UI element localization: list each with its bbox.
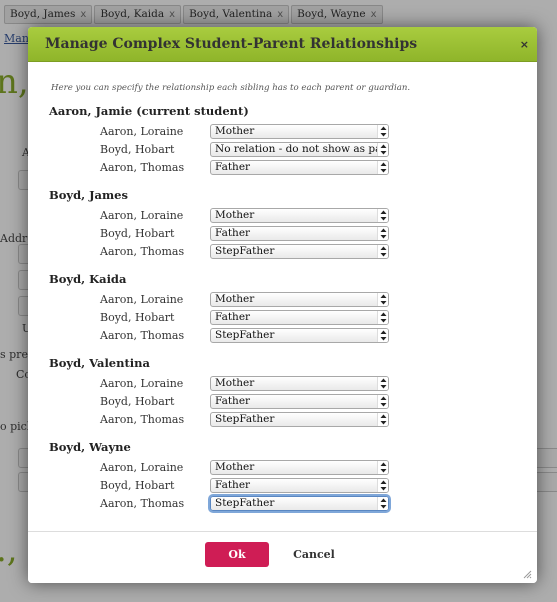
parent-name-label: Aaron, Loraine — [100, 293, 184, 306]
parent-name-label: Aaron, Thomas — [100, 161, 185, 174]
relationship-select[interactable]: Mother — [210, 208, 389, 223]
updown-arrows-icon — [377, 497, 388, 510]
parent-name-label: Boyd, Hobart — [100, 395, 175, 408]
updown-arrows-icon — [377, 461, 388, 474]
relationship-select-value: StepFather — [215, 245, 275, 257]
close-icon[interactable]: × — [520, 38, 529, 51]
relationship-select-value: Father — [215, 311, 251, 323]
relationship-select-value: StepFather — [215, 497, 275, 509]
student-name-heading: Aaron, Jamie (current student) — [49, 104, 249, 118]
relationship-row: Boyd, Hobart Father — [28, 394, 537, 412]
parent-name-label: Boyd, Hobart — [100, 143, 175, 156]
relationship-row: Boyd, Hobart No relation - do not show as… — [28, 142, 537, 160]
relationship-row: Aaron, Thomas StepFather — [28, 244, 537, 262]
relationship-select[interactable]: Mother — [210, 376, 389, 391]
updown-arrows-icon — [377, 479, 388, 492]
parent-name-label: Aaron, Thomas — [100, 245, 185, 258]
parent-name-label: Aaron, Loraine — [100, 461, 184, 474]
ok-button[interactable]: Ok — [205, 542, 269, 567]
relationship-row: Aaron, Loraine Mother — [28, 460, 537, 478]
relationship-row: Boyd, Hobart Father — [28, 310, 537, 328]
updown-arrows-icon — [377, 125, 388, 138]
resize-grip-icon[interactable] — [523, 570, 532, 579]
parent-name-label: Aaron, Loraine — [100, 209, 184, 222]
relationship-row: Boyd, Hobart Father — [28, 226, 537, 244]
relationship-row: Aaron, Thomas StepFather — [28, 496, 537, 514]
relationship-select[interactable]: Mother — [210, 124, 389, 139]
relationship-select-value: Mother — [215, 293, 255, 305]
relationship-select-value: Father — [215, 227, 251, 239]
parent-name-label: Aaron, Loraine — [100, 125, 184, 138]
relationship-select[interactable]: StepFather — [210, 496, 389, 511]
updown-arrows-icon — [377, 143, 388, 156]
relationship-select-value: Father — [215, 479, 251, 491]
student-name-heading: Boyd, James — [49, 188, 128, 202]
relationship-select-value: Father — [215, 395, 251, 407]
updown-arrows-icon — [377, 245, 388, 258]
updown-arrows-icon — [377, 161, 388, 174]
dialog-titlebar[interactable]: Manage Complex Student-Parent Relationsh… — [28, 27, 537, 62]
updown-arrows-icon — [377, 395, 388, 408]
relationship-row: Aaron, Loraine Mother — [28, 208, 537, 226]
relationship-select-value: Mother — [215, 209, 255, 221]
relationship-select-value: Mother — [215, 125, 255, 137]
relationship-select[interactable]: StepFather — [210, 244, 389, 259]
parent-name-label: Boyd, Hobart — [100, 479, 175, 492]
relationship-select[interactable]: Father — [210, 478, 389, 493]
relationship-select-value: StepFather — [215, 329, 275, 341]
student-name-heading: Boyd, Wayne — [49, 440, 131, 454]
parent-name-label: Boyd, Hobart — [100, 227, 175, 240]
relationship-select[interactable]: Mother — [210, 292, 389, 307]
relationship-row: Aaron, Loraine Mother — [28, 376, 537, 394]
relationship-row: Boyd, Hobart Father — [28, 478, 537, 496]
relationship-select[interactable]: Father — [210, 160, 389, 175]
relationship-row: Aaron, Loraine Mother — [28, 292, 537, 310]
relationship-row: Aaron, Thomas StepFather — [28, 412, 537, 430]
relationships-dialog: Manage Complex Student-Parent Relationsh… — [28, 27, 537, 583]
parent-name-label: Aaron, Thomas — [100, 497, 185, 510]
relationship-select-value: StepFather — [215, 413, 275, 425]
updown-arrows-icon — [377, 413, 388, 426]
parent-name-label: Aaron, Thomas — [100, 329, 185, 342]
relationship-row: Aaron, Thomas Father — [28, 160, 537, 178]
relationship-select-value: No relation - do not show as parent — [215, 143, 389, 155]
relationship-select[interactable]: Father — [210, 226, 389, 241]
student-name-heading: Boyd, Kaida — [49, 272, 127, 286]
relationship-select-value: Father — [215, 161, 251, 173]
updown-arrows-icon — [377, 209, 388, 222]
relationship-select[interactable]: Father — [210, 394, 389, 409]
relationship-select[interactable]: Mother — [210, 460, 389, 475]
relationship-select-value: Mother — [215, 377, 255, 389]
relationship-select[interactable]: StepFather — [210, 412, 389, 427]
parent-name-label: Aaron, Loraine — [100, 377, 184, 390]
parent-name-label: Aaron, Thomas — [100, 413, 185, 426]
updown-arrows-icon — [377, 377, 388, 390]
updown-arrows-icon — [377, 293, 388, 306]
student-name-heading: Boyd, Valentina — [49, 356, 150, 370]
relationship-select[interactable]: No relation - do not show as parent — [210, 142, 389, 157]
relationship-row: Aaron, Thomas StepFather — [28, 328, 537, 346]
relationship-select[interactable]: Father — [210, 310, 389, 325]
updown-arrows-icon — [377, 311, 388, 324]
relationship-select-value: Mother — [215, 461, 255, 473]
dialog-title: Manage Complex Student-Parent Relationsh… — [45, 36, 418, 52]
relationship-select[interactable]: StepFather — [210, 328, 389, 343]
dialog-footer: Ok Cancel — [28, 531, 537, 583]
updown-arrows-icon — [377, 227, 388, 240]
relationship-row: Aaron, Loraine Mother — [28, 124, 537, 142]
cancel-button[interactable]: Cancel — [286, 542, 342, 567]
updown-arrows-icon — [377, 329, 388, 342]
dialog-intro-text: Here you can specify the relationship ea… — [51, 83, 411, 93]
parent-name-label: Boyd, Hobart — [100, 311, 175, 324]
